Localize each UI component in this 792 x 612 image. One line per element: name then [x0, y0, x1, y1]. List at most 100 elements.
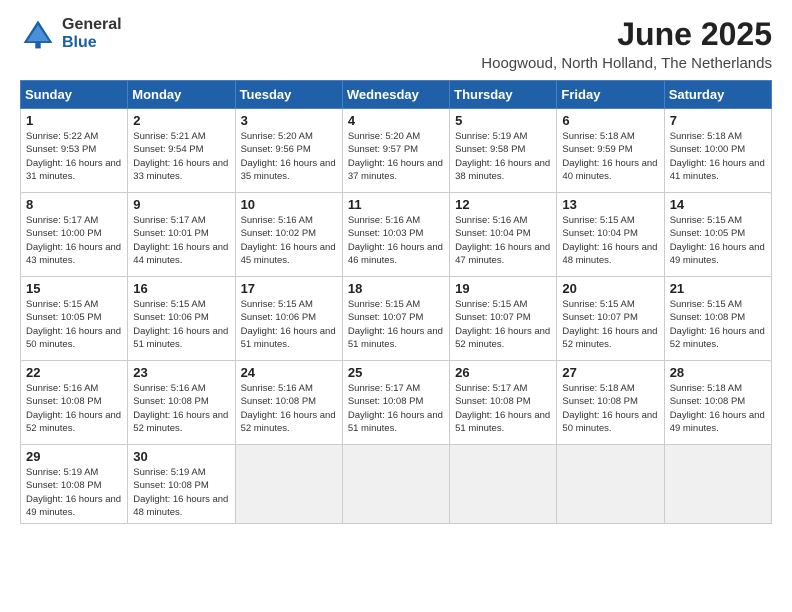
day-number: 17	[241, 281, 337, 296]
table-row: 11 Sunrise: 5:16 AMSunset: 10:03 PMDaylig…	[342, 193, 449, 277]
table-row: 14Sunrise: 5:15 AMSunset: 10:05 PMDaylig…	[664, 193, 771, 277]
day-number: 18	[348, 281, 444, 296]
day-info: Sunrise: 5:19 AMSunset: 10:08 PMDaylight…	[26, 466, 122, 519]
day-number: 16	[133, 281, 229, 296]
table-row: 7 Sunrise: 5:18 AMSunset: 10:00 PMDayligh…	[664, 109, 771, 193]
table-row: 16 Sunrise: 5:15 AMSunset: 10:06 PMDaylig…	[128, 277, 235, 361]
table-row: 22 Sunrise: 5:16 AMSunset: 10:08 PMDaylig…	[21, 361, 128, 445]
col-sunday: Sunday	[21, 81, 128, 109]
table-row: 25 Sunrise: 5:17 AMSunset: 10:08 PMDaylig…	[342, 361, 449, 445]
col-tuesday: Tuesday	[235, 81, 342, 109]
day-number: 22	[26, 365, 122, 380]
table-row: 9 Sunrise: 5:17 AMSunset: 10:01 PMDayligh…	[128, 193, 235, 277]
page: General Blue June 2025 Hoogwoud, North H…	[0, 0, 792, 612]
main-title: June 2025	[481, 16, 772, 53]
week-row-4: 22 Sunrise: 5:16 AMSunset: 10:08 PMDaylig…	[21, 361, 772, 445]
table-row: 17 Sunrise: 5:15 AMSunset: 10:06 PMDaylig…	[235, 277, 342, 361]
table-row	[450, 445, 557, 524]
day-number: 11	[348, 197, 444, 212]
day-number: 26	[455, 365, 551, 380]
day-number: 7	[670, 113, 766, 128]
week-row-1: 1 Sunrise: 5:22 AMSunset: 9:53 PMDaylight…	[21, 109, 772, 193]
day-info: Sunrise: 5:20 AMSunset: 9:56 PMDaylight:…	[241, 130, 337, 183]
day-number: 10	[241, 197, 337, 212]
day-info: Sunrise: 5:15 AMSunset: 10:06 PMDaylight…	[241, 298, 337, 351]
table-row: 12 Sunrise: 5:16 AMSunset: 10:04 PMDaylig…	[450, 193, 557, 277]
table-row: 5 Sunrise: 5:19 AMSunset: 9:58 PMDaylight…	[450, 109, 557, 193]
table-row	[342, 445, 449, 524]
day-info: Sunrise: 5:18 AMSunset: 10:08 PMDaylight…	[670, 382, 766, 435]
day-info: Sunrise: 5:15 AMSunset: 10:07 PMDaylight…	[348, 298, 444, 351]
day-number: 20	[562, 281, 658, 296]
table-row: 4 Sunrise: 5:20 AMSunset: 9:57 PMDaylight…	[342, 109, 449, 193]
calendar: Sunday Monday Tuesday Wednesday Thursday…	[20, 80, 772, 524]
table-row: 15Sunrise: 5:15 AMSunset: 10:05 PMDaylig…	[21, 277, 128, 361]
day-number: 2	[133, 113, 229, 128]
table-row: 29 Sunrise: 5:19 AMSunset: 10:08 PMDaylig…	[21, 445, 128, 524]
table-row: 26 Sunrise: 5:17 AMSunset: 10:08 PMDaylig…	[450, 361, 557, 445]
day-info: Sunrise: 5:17 AMSunset: 10:00 PMDaylight…	[26, 214, 122, 267]
table-row: 23Sunrise: 5:16 AMSunset: 10:08 PMDaylig…	[128, 361, 235, 445]
logo-text: General Blue	[62, 16, 122, 51]
day-info: Sunrise: 5:17 AMSunset: 10:08 PMDaylight…	[348, 382, 444, 435]
day-number: 12	[455, 197, 551, 212]
table-row: 1 Sunrise: 5:22 AMSunset: 9:53 PMDaylight…	[21, 109, 128, 193]
col-saturday: Saturday	[664, 81, 771, 109]
logo-blue: Blue	[62, 34, 97, 51]
day-number: 5	[455, 113, 551, 128]
day-info: Sunrise: 5:17 AMSunset: 10:01 PMDaylight…	[133, 214, 229, 267]
day-info: Sunrise: 5:17 AMSunset: 10:08 PMDaylight…	[455, 382, 551, 435]
day-info: Sunrise: 5:15 AMSunset: 10:07 PMDaylight…	[562, 298, 658, 351]
table-row	[235, 445, 342, 524]
subtitle: Hoogwoud, North Holland, The Netherlands	[481, 55, 772, 72]
logo-icon	[20, 16, 56, 52]
day-number: 3	[241, 113, 337, 128]
table-row: 20 Sunrise: 5:15 AMSunset: 10:07 PMDaylig…	[557, 277, 664, 361]
day-info: Sunrise: 5:19 AMSunset: 10:08 PMDaylight…	[133, 466, 229, 519]
week-row-2: 8 Sunrise: 5:17 AMSunset: 10:00 PMDayligh…	[21, 193, 772, 277]
day-number: 1	[26, 113, 122, 128]
table-row: 27 Sunrise: 5:18 AMSunset: 10:08 PMDaylig…	[557, 361, 664, 445]
day-info: Sunrise: 5:16 AMSunset: 10:08 PMDaylight…	[26, 382, 122, 435]
logo-general: General	[62, 16, 122, 33]
day-number: 15	[26, 281, 122, 296]
title-block: June 2025 Hoogwoud, North Holland, The N…	[481, 16, 772, 72]
day-info: Sunrise: 5:20 AMSunset: 9:57 PMDaylight:…	[348, 130, 444, 183]
day-info: Sunrise: 5:16 AMSunset: 10:03 PMDaylight…	[348, 214, 444, 267]
day-info: Sunrise: 5:16 AMSunset: 10:04 PMDaylight…	[455, 214, 551, 267]
table-row	[557, 445, 664, 524]
day-info: Sunrise: 5:15 AMSunset: 10:05 PMDaylight…	[670, 214, 766, 267]
table-row: 6 Sunrise: 5:18 AMSunset: 9:59 PMDaylight…	[557, 109, 664, 193]
day-number: 28	[670, 365, 766, 380]
table-row: 18 Sunrise: 5:15 AMSunset: 10:07 PMDaylig…	[342, 277, 449, 361]
day-number: 25	[348, 365, 444, 380]
col-monday: Monday	[128, 81, 235, 109]
table-row: 8 Sunrise: 5:17 AMSunset: 10:00 PMDayligh…	[21, 193, 128, 277]
table-row: 13 Sunrise: 5:15 AMSunset: 10:04 PMDaylig…	[557, 193, 664, 277]
day-info: Sunrise: 5:18 AMSunset: 10:08 PMDaylight…	[562, 382, 658, 435]
day-info: Sunrise: 5:15 AMSunset: 10:06 PMDaylight…	[133, 298, 229, 351]
calendar-header-row: Sunday Monday Tuesday Wednesday Thursday…	[21, 81, 772, 109]
logo: General Blue	[20, 16, 122, 52]
week-row-3: 15Sunrise: 5:15 AMSunset: 10:05 PMDaylig…	[21, 277, 772, 361]
day-info: Sunrise: 5:22 AMSunset: 9:53 PMDaylight:…	[26, 130, 122, 183]
week-row-5: 29 Sunrise: 5:19 AMSunset: 10:08 PMDaylig…	[21, 445, 772, 524]
day-number: 13	[562, 197, 658, 212]
day-info: Sunrise: 5:16 AMSunset: 10:08 PMDaylight…	[133, 382, 229, 435]
day-info: Sunrise: 5:15 AMSunset: 10:04 PMDaylight…	[562, 214, 658, 267]
day-number: 19	[455, 281, 551, 296]
day-info: Sunrise: 5:16 AMSunset: 10:02 PMDaylight…	[241, 214, 337, 267]
table-row: 2Sunrise: 5:21 AMSunset: 9:54 PMDaylight…	[128, 109, 235, 193]
day-number: 8	[26, 197, 122, 212]
col-thursday: Thursday	[450, 81, 557, 109]
col-friday: Friday	[557, 81, 664, 109]
day-info: Sunrise: 5:18 AMSunset: 9:59 PMDaylight:…	[562, 130, 658, 183]
col-wednesday: Wednesday	[342, 81, 449, 109]
day-number: 6	[562, 113, 658, 128]
day-number: 27	[562, 365, 658, 380]
day-number: 9	[133, 197, 229, 212]
day-info: Sunrise: 5:18 AMSunset: 10:00 PMDaylight…	[670, 130, 766, 183]
day-info: Sunrise: 5:19 AMSunset: 9:58 PMDaylight:…	[455, 130, 551, 183]
day-number: 29	[26, 449, 122, 464]
day-number: 4	[348, 113, 444, 128]
